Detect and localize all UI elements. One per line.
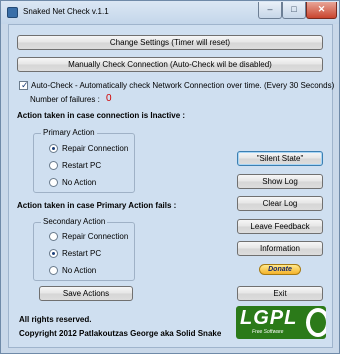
lgpl-logo: LGPL Free Software <box>236 306 326 339</box>
app-icon <box>7 7 18 18</box>
save-actions-button[interactable]: Save Actions <box>39 286 133 301</box>
secondary-noaction-radio[interactable] <box>49 266 58 275</box>
title-bar[interactable]: Snaked Net Check v.1.1 – □ ✕ <box>1 1 339 24</box>
primary-action-group-label: Primary Action <box>41 128 97 137</box>
silent-state-button[interactable]: "Silent State" <box>237 151 323 166</box>
exit-button[interactable]: Exit <box>237 286 323 301</box>
autocheck-label: Auto-Check - Automatically check Network… <box>31 81 335 90</box>
check-icon: ✓ <box>21 80 29 90</box>
secondary-action-heading: Action taken in case Primary Action fail… <box>17 201 177 210</box>
primary-restart-radio[interactable] <box>49 161 58 170</box>
failures-count: 0 <box>106 93 112 104</box>
primary-noaction-radio[interactable] <box>49 178 58 187</box>
primary-restart-label: Restart PC <box>62 161 102 170</box>
donate-button[interactable]: Donate <box>259 264 301 275</box>
primary-repair-radio[interactable] <box>49 144 58 153</box>
leave-feedback-button[interactable]: Leave Feedback <box>237 219 323 234</box>
lgpl-v3-mark <box>306 308 326 337</box>
rights-text: All rights reserved. <box>19 315 92 324</box>
secondary-repair-label: Repair Connection <box>62 232 129 241</box>
primary-repair-label: Repair Connection <box>62 144 129 153</box>
secondary-restart-radio[interactable] <box>49 249 58 258</box>
client-area: Change Settings (Timer will reset) Manua… <box>8 24 335 348</box>
lgpl-logo-text: LGPL <box>240 307 298 329</box>
change-settings-button[interactable]: Change Settings (Timer will reset) <box>17 35 323 50</box>
clear-log-button[interactable]: Clear Log <box>237 196 323 211</box>
failures-label: Number of failures : <box>30 95 100 104</box>
copyright-text: Copyright 2012 Patlakoutzas George aka S… <box>19 329 222 338</box>
app-window: Snaked Net Check v.1.1 – □ ✕ Change Sett… <box>0 0 340 354</box>
secondary-restart-label: Restart PC <box>62 249 102 258</box>
secondary-action-group-label: Secondary Action <box>41 217 108 226</box>
secondary-repair-radio[interactable] <box>49 232 58 241</box>
radio-selected-dot <box>52 147 55 150</box>
information-button[interactable]: Information <box>237 241 323 256</box>
secondary-noaction-label: No Action <box>62 266 97 275</box>
primary-action-heading: Action taken in case connection is Inact… <box>17 111 186 120</box>
secondary-action-group: Secondary Action Repair Connection Resta… <box>33 217 135 281</box>
autocheck-checkbox[interactable]: ✓ <box>19 80 29 90</box>
show-log-button[interactable]: Show Log <box>237 174 323 189</box>
primary-noaction-label: No Action <box>62 178 97 187</box>
manual-check-button[interactable]: Manually Check Connection (Auto-Check wi… <box>17 57 323 72</box>
radio-selected-dot <box>52 252 55 255</box>
close-button[interactable]: ✕ <box>306 2 337 19</box>
minimize-button[interactable]: – <box>258 2 282 19</box>
lgpl-logo-subtext: Free Software <box>252 329 284 335</box>
primary-action-group: Primary Action Repair Connection Restart… <box>33 128 135 193</box>
maximize-button[interactable]: □ <box>282 2 306 19</box>
window-title: Snaked Net Check v.1.1 <box>23 7 109 16</box>
